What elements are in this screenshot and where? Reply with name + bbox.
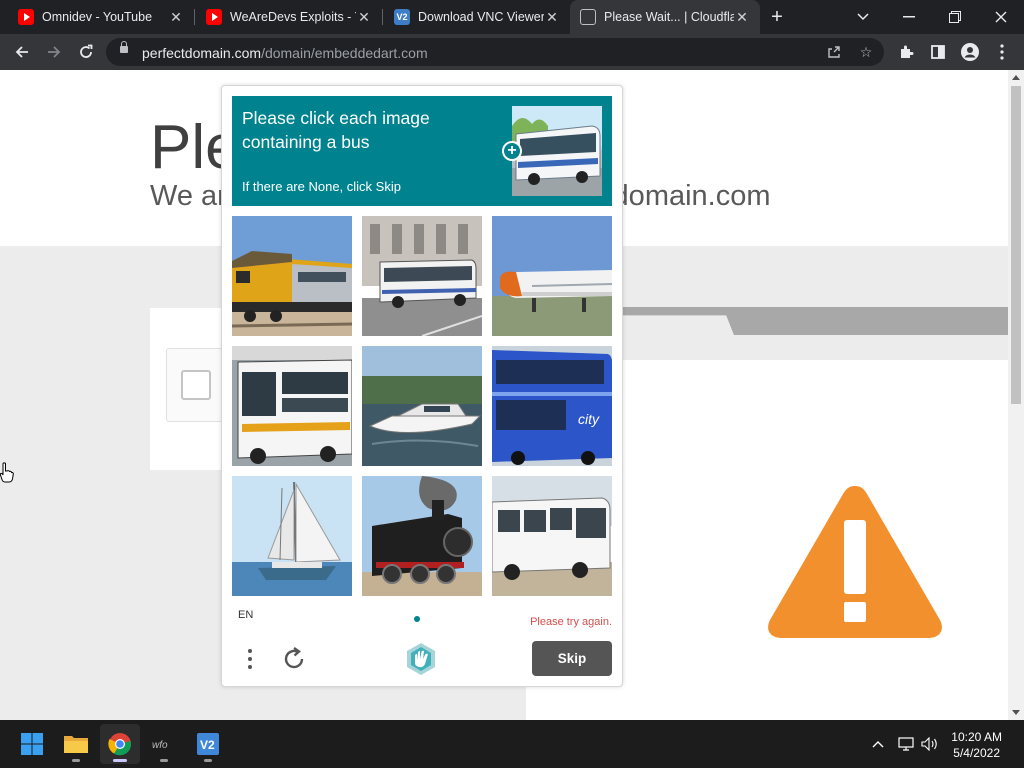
- error-message: Please try again.: [530, 616, 612, 628]
- svg-text:wfo: wfo: [152, 740, 168, 751]
- page-subtitle: We ar ctdomain.com: [150, 180, 771, 212]
- decorative-bar: [622, 307, 1008, 335]
- vnc-icon: V2: [394, 9, 410, 25]
- youtube-icon: [18, 9, 34, 25]
- image-tile-6[interactable]: city: [492, 346, 612, 466]
- svg-text:city: city: [578, 411, 600, 427]
- chrome-menu-icon[interactable]: [990, 40, 1014, 64]
- hcaptcha-logo-icon[interactable]: [404, 642, 438, 676]
- new-tab-button[interactable]: +: [766, 6, 788, 28]
- file-explorer-icon[interactable]: [56, 724, 96, 764]
- restore-button[interactable]: [932, 0, 978, 34]
- tab-separator: [194, 9, 195, 25]
- svg-text:V2: V2: [200, 738, 215, 752]
- prompt-subtext: If there are None, click Skip: [242, 179, 401, 194]
- page-scrollbar[interactable]: [1008, 70, 1024, 720]
- captcha-prompt: Please click each image containing a bus…: [232, 96, 612, 206]
- clock-date: 5/4/2022: [953, 746, 1000, 760]
- skip-button[interactable]: Skip: [532, 641, 612, 676]
- tab-title: WeAreDevs Exploits - Y: [230, 10, 356, 24]
- menu-dots-icon[interactable]: [244, 647, 256, 671]
- image-tile-4[interactable]: [232, 346, 352, 466]
- windows-taskbar: wfo V2 10:20 AM 5/4/2022: [0, 720, 1024, 768]
- extensions-icon[interactable]: [894, 40, 918, 64]
- side-panel-icon[interactable]: [926, 40, 950, 64]
- tab-title: Please Wait... | Cloudfla: [604, 10, 734, 24]
- close-icon[interactable]: ✕: [356, 9, 372, 25]
- close-icon[interactable]: ✕: [544, 9, 560, 25]
- forward-button[interactable]: [42, 40, 66, 64]
- tab-strip: Omnidev - YouTube ✕ WeAreDevs Exploits -…: [0, 0, 1024, 34]
- minimize-button[interactable]: [886, 0, 932, 34]
- scrollbar-thumb[interactable]: [1011, 86, 1021, 404]
- close-window-button[interactable]: [978, 0, 1024, 34]
- scroll-down-icon[interactable]: [1012, 710, 1020, 715]
- tab-separator: [382, 9, 383, 25]
- image-tile-1[interactable]: [232, 216, 352, 336]
- warning-triangle-icon: [768, 486, 942, 638]
- network-icon[interactable]: [896, 734, 916, 754]
- back-button[interactable]: [10, 40, 34, 64]
- image-tile-3[interactable]: [492, 216, 612, 336]
- share-icon[interactable]: [824, 42, 844, 62]
- lock-icon[interactable]: [120, 41, 128, 53]
- image-tile-5[interactable]: [362, 346, 482, 466]
- globe-icon: [580, 9, 596, 25]
- scroll-up-icon[interactable]: [1012, 75, 1020, 80]
- tab-omnidev-youtube[interactable]: Omnidev - YouTube ✕: [8, 0, 194, 34]
- tab-download-vnc-viewer[interactable]: V2 Download VNC Viewer ✕: [384, 0, 570, 34]
- challenge-checkbox[interactable]: [181, 370, 211, 400]
- windows-start-icon[interactable]: [12, 724, 52, 764]
- close-icon[interactable]: ✕: [168, 9, 184, 25]
- close-icon[interactable]: ✕: [734, 9, 750, 25]
- url-text[interactable]: perfectdomain.com/domain/embeddedart.com: [142, 45, 428, 61]
- prompt-text: Please click each image containing a bus: [242, 108, 430, 152]
- image-grid: city: [232, 216, 612, 596]
- profile-avatar-icon[interactable]: [958, 40, 982, 64]
- refresh-icon[interactable]: [280, 645, 308, 673]
- clock-time: 10:20 AM: [951, 730, 1002, 744]
- vnc-viewer-icon[interactable]: V2: [188, 724, 228, 764]
- hand-cursor-icon: [0, 462, 14, 483]
- tab-title: Omnidev - YouTube: [42, 10, 153, 24]
- hcaptcha-dialog: Please click each image containing a bus…: [221, 85, 623, 687]
- tab-title: Download VNC Viewer: [418, 10, 544, 24]
- bookmark-star-icon[interactable]: ☆: [856, 42, 876, 62]
- volume-icon[interactable]: [920, 734, 940, 754]
- browser-toolbar: perfectdomain.com/domain/embeddedart.com…: [0, 34, 1024, 70]
- image-tile-2[interactable]: [362, 216, 482, 336]
- example-bus-image: [512, 106, 602, 196]
- system-clock[interactable]: 10:20 AM 5/4/2022: [951, 729, 1002, 761]
- address-bar[interactable]: perfectdomain.com/domain/embeddedart.com…: [106, 38, 884, 66]
- tab-wearedevs-exploits[interactable]: WeAreDevs Exploits - Y ✕: [196, 0, 382, 34]
- youtube-icon: [206, 9, 222, 25]
- page-indicator-dot: [414, 616, 420, 622]
- reload-button[interactable]: [74, 40, 98, 64]
- chevron-up-icon[interactable]: [868, 734, 888, 754]
- tab-search-button[interactable]: [840, 0, 886, 34]
- image-tile-7[interactable]: [232, 476, 352, 596]
- image-tile-8[interactable]: [362, 476, 482, 596]
- tab-please-wait-cloudflare[interactable]: Please Wait... | Cloudfla ✕: [570, 0, 760, 34]
- image-tile-9[interactable]: [492, 476, 612, 596]
- chrome-icon[interactable]: [100, 724, 140, 764]
- language-selector[interactable]: EN: [238, 609, 253, 621]
- wfo-icon[interactable]: wfo: [144, 724, 184, 764]
- expand-example-icon[interactable]: +: [502, 141, 522, 161]
